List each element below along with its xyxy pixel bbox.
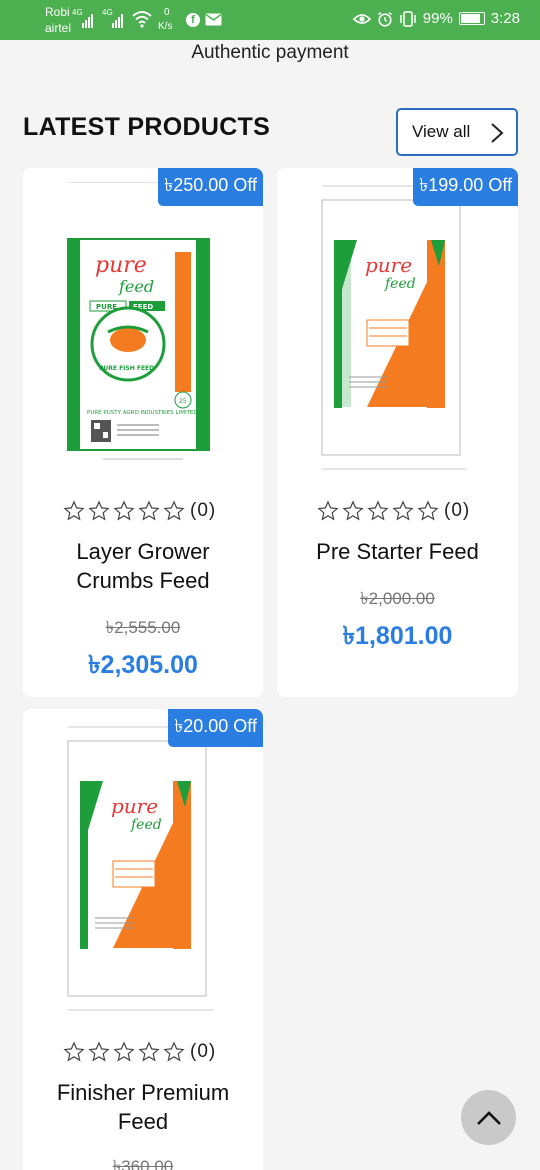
signal-icon — [112, 12, 123, 28]
product-image[interactable]: pure feed PURE FEED PURE FISH FEED 25 PU… — [63, 181, 223, 472]
svg-text:pure: pure — [365, 253, 412, 277]
star-outline-icon — [163, 500, 185, 521]
star-outline-icon — [317, 500, 339, 521]
chevron-up-icon — [476, 1110, 501, 1125]
facebook-icon: f — [186, 13, 200, 27]
feed-bag-image: pure feed — [67, 726, 213, 1011]
view-all-label: View all — [412, 122, 471, 141]
star-outline-icon — [138, 1041, 160, 1062]
feed-bag-image: pure feed PURE FEED PURE FISH FEED 25 PU… — [67, 181, 210, 460]
network-speed-unit: K/s — [158, 21, 173, 32]
battery-icon — [458, 12, 485, 25]
product-card[interactable]: pure feed ৳20.00 Off (0) Finisher Premiu… — [23, 709, 263, 1170]
star-outline-icon — [392, 500, 414, 521]
product-name-line1: Pre Starter Feed — [316, 539, 479, 564]
product-name-line2: Crumbs Feed — [76, 568, 210, 593]
product-name[interactable]: Finisher Premium Feed — [23, 1078, 263, 1136]
section-title: LATEST PRODUCTS — [23, 113, 271, 141]
network-speed-value: 0 — [164, 7, 170, 18]
old-price: ৳2,000.00 — [360, 589, 435, 608]
star-outline-icon — [88, 1041, 110, 1062]
svg-text:25: 25 — [179, 398, 187, 405]
eye-icon — [352, 13, 371, 24]
svg-text:feed: feed — [384, 276, 416, 292]
signal-icon — [82, 12, 93, 28]
rating-count: (0) — [190, 1041, 217, 1062]
discount-badge: ৳20.00 Off — [168, 709, 263, 747]
rating-stars: (0) — [63, 1041, 216, 1063]
star-outline-icon — [63, 500, 85, 521]
rating-count: (0) — [190, 500, 217, 521]
product-image[interactable]: pure feed — [63, 723, 223, 1013]
star-outline-icon — [113, 1041, 135, 1062]
product-name[interactable]: Layer Grower Crumbs Feed — [23, 537, 263, 595]
star-outline-icon — [63, 1041, 85, 1062]
carrier-name-bottom: airtel — [45, 21, 72, 35]
product-card[interactable]: pure feed PURE FEED PURE FISH FEED 25 PU… — [23, 168, 263, 697]
star-outline-icon — [138, 500, 160, 521]
star-outline-icon — [367, 500, 389, 521]
star-outline-icon — [342, 500, 364, 521]
discount-badge: ৳250.00 Off — [158, 168, 263, 206]
svg-text:feed: feed — [118, 277, 154, 296]
old-price: ৳360.00 — [112, 1157, 174, 1170]
clock: 3:28 — [490, 10, 520, 27]
view-all-button[interactable]: View all — [396, 108, 518, 156]
star-outline-icon — [417, 500, 439, 521]
rating-count: (0) — [444, 500, 471, 521]
battery-percent: 99% — [422, 10, 453, 27]
rating-stars: (0) — [317, 500, 470, 522]
scroll-to-top-button[interactable] — [461, 1090, 516, 1145]
old-price: ৳2,555.00 — [105, 618, 181, 637]
status-right-group: 99% 3:28 — [352, 10, 520, 27]
status-bar: Robi airtel 4G 4G 0 K/s f 99% 3:28 — [0, 0, 540, 40]
svg-text:pure: pure — [95, 253, 147, 278]
vibrate-icon — [400, 10, 416, 27]
new-price: ৳1,801.00 — [342, 622, 453, 650]
svg-text:PURE FISH FEED: PURE FISH FEED — [99, 365, 154, 372]
product-name-line2: Feed — [117, 1109, 169, 1134]
alarm-icon — [377, 11, 392, 27]
discount-badge: ৳199.00 Off — [413, 168, 518, 206]
star-outline-icon — [88, 500, 110, 521]
feed-bag-image: pure feed — [321, 185, 467, 470]
authentic-payment-text: Authentic payment — [191, 42, 349, 63]
carrier-name-top: Robi — [45, 5, 70, 19]
new-price: ৳2,305.00 — [88, 651, 198, 679]
product-card[interactable]: pure feed ৳199.00 Off (0) Pre Starter Fe… — [277, 168, 518, 697]
product-image[interactable]: pure feed — [317, 182, 477, 472]
svg-text:pure: pure — [111, 794, 158, 818]
star-outline-icon — [163, 1041, 185, 1062]
rating-stars: (0) — [63, 500, 216, 522]
wifi-icon — [132, 11, 152, 28]
product-name[interactable]: Pre Starter Feed — [277, 537, 518, 566]
svg-text:PURE PUSTY AGRO INDUSTRIES LIM: PURE PUSTY AGRO INDUSTRIES LIMITED — [87, 410, 198, 416]
mail-icon — [205, 13, 222, 26]
star-outline-icon — [113, 500, 135, 521]
svg-text:feed: feed — [130, 817, 162, 833]
product-name-line1: Layer Grower — [76, 539, 210, 564]
product-name-line1: Finisher Premium — [56, 1080, 230, 1105]
chevron-right-icon — [491, 123, 504, 143]
